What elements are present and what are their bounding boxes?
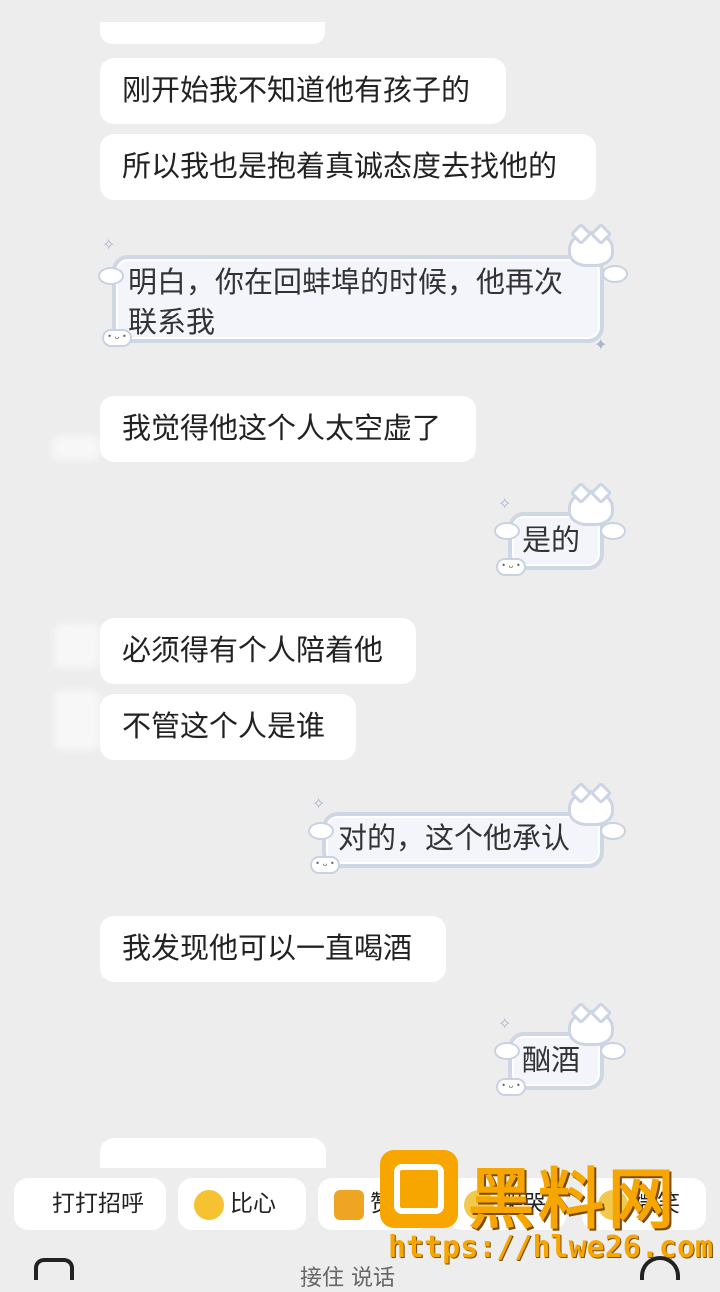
sparkle-icon: ✧ xyxy=(498,494,512,513)
wing-right-icon xyxy=(600,1042,626,1060)
watermark: 黑料网 https://hlwe26.com xyxy=(380,1150,720,1280)
quick-reply-heart[interactable]: 比心 xyxy=(178,1178,306,1230)
message-text: 对的，这个他承认 xyxy=(338,821,571,855)
blurred-avatar xyxy=(54,690,100,750)
previous-bubble-fragment xyxy=(100,22,325,44)
quick-reply-greet[interactable]: 打打招呼 xyxy=(14,1178,166,1230)
message-left-partial xyxy=(100,1138,326,1168)
message-text: 刚开始我不知道他有孩子的 xyxy=(122,73,471,107)
wing-right-icon xyxy=(600,522,626,540)
blurred-avatar xyxy=(54,624,100,668)
message-left[interactable]: 不管这个人是谁 xyxy=(100,694,356,760)
message-left[interactable]: 我发现他可以一直喝酒 xyxy=(100,916,446,982)
watermark-logo-icon xyxy=(380,1150,458,1228)
message-text: 所以我也是抱着真诚态度去找他的 xyxy=(122,149,558,183)
message-text: 酗酒 xyxy=(522,1043,581,1077)
message-text: 我觉得他这个人太空虚了 xyxy=(122,411,442,445)
paw-icon: • ᴗ • xyxy=(310,856,340,874)
thumbs-up-icon xyxy=(334,1189,364,1220)
sparkle-icon: ✧ xyxy=(498,1014,512,1033)
message-left[interactable]: 必须得有个人陪着他 xyxy=(100,618,416,684)
watermark-title: 黑料网 xyxy=(468,1161,678,1238)
wing-left-icon xyxy=(494,522,520,540)
message-text: 我发现他可以一直喝酒 xyxy=(122,931,413,965)
chip-label: 比心 xyxy=(230,1191,276,1217)
message-left[interactable]: 我觉得他这个人太空虚了 xyxy=(100,396,476,462)
top-cropped-header xyxy=(0,0,720,44)
cat-sticker-icon xyxy=(568,790,614,826)
message-text: 必须得有个人陪着他 xyxy=(122,633,384,667)
wing-left-icon xyxy=(308,822,334,840)
message-text: 是的 xyxy=(522,523,581,557)
chip-label: 打打招呼 xyxy=(52,1191,144,1217)
sparkle-icon: ✦ xyxy=(594,335,608,354)
heart-hands-icon xyxy=(194,1189,224,1220)
message-left[interactable]: 所以我也是抱着真诚态度去找他的 xyxy=(100,134,596,200)
wing-left-icon xyxy=(494,1042,520,1060)
wing-left-icon xyxy=(98,267,124,285)
message-text: 联系我 xyxy=(128,305,216,339)
cat-sticker-icon xyxy=(568,231,614,267)
blurred-avatar xyxy=(52,436,100,460)
sparkle-icon: ✧ xyxy=(102,235,116,254)
message-text: 明白，你在回蚌埠的时候，他再次 xyxy=(128,265,564,299)
paw-icon: • ᴗ • xyxy=(496,558,526,576)
message-left[interactable]: 刚开始我不知道他有孩子的 xyxy=(100,58,506,124)
sparkle-icon: ✧ xyxy=(312,794,326,813)
voice-toggle-icon[interactable] xyxy=(34,1258,74,1280)
wing-right-icon xyxy=(602,265,628,283)
paw-icon: • ᴗ • xyxy=(496,1078,526,1096)
watermark-url: https://hlwe26.com xyxy=(388,1230,714,1265)
message-text: 不管这个人是谁 xyxy=(122,709,326,743)
wing-right-icon xyxy=(600,822,626,840)
